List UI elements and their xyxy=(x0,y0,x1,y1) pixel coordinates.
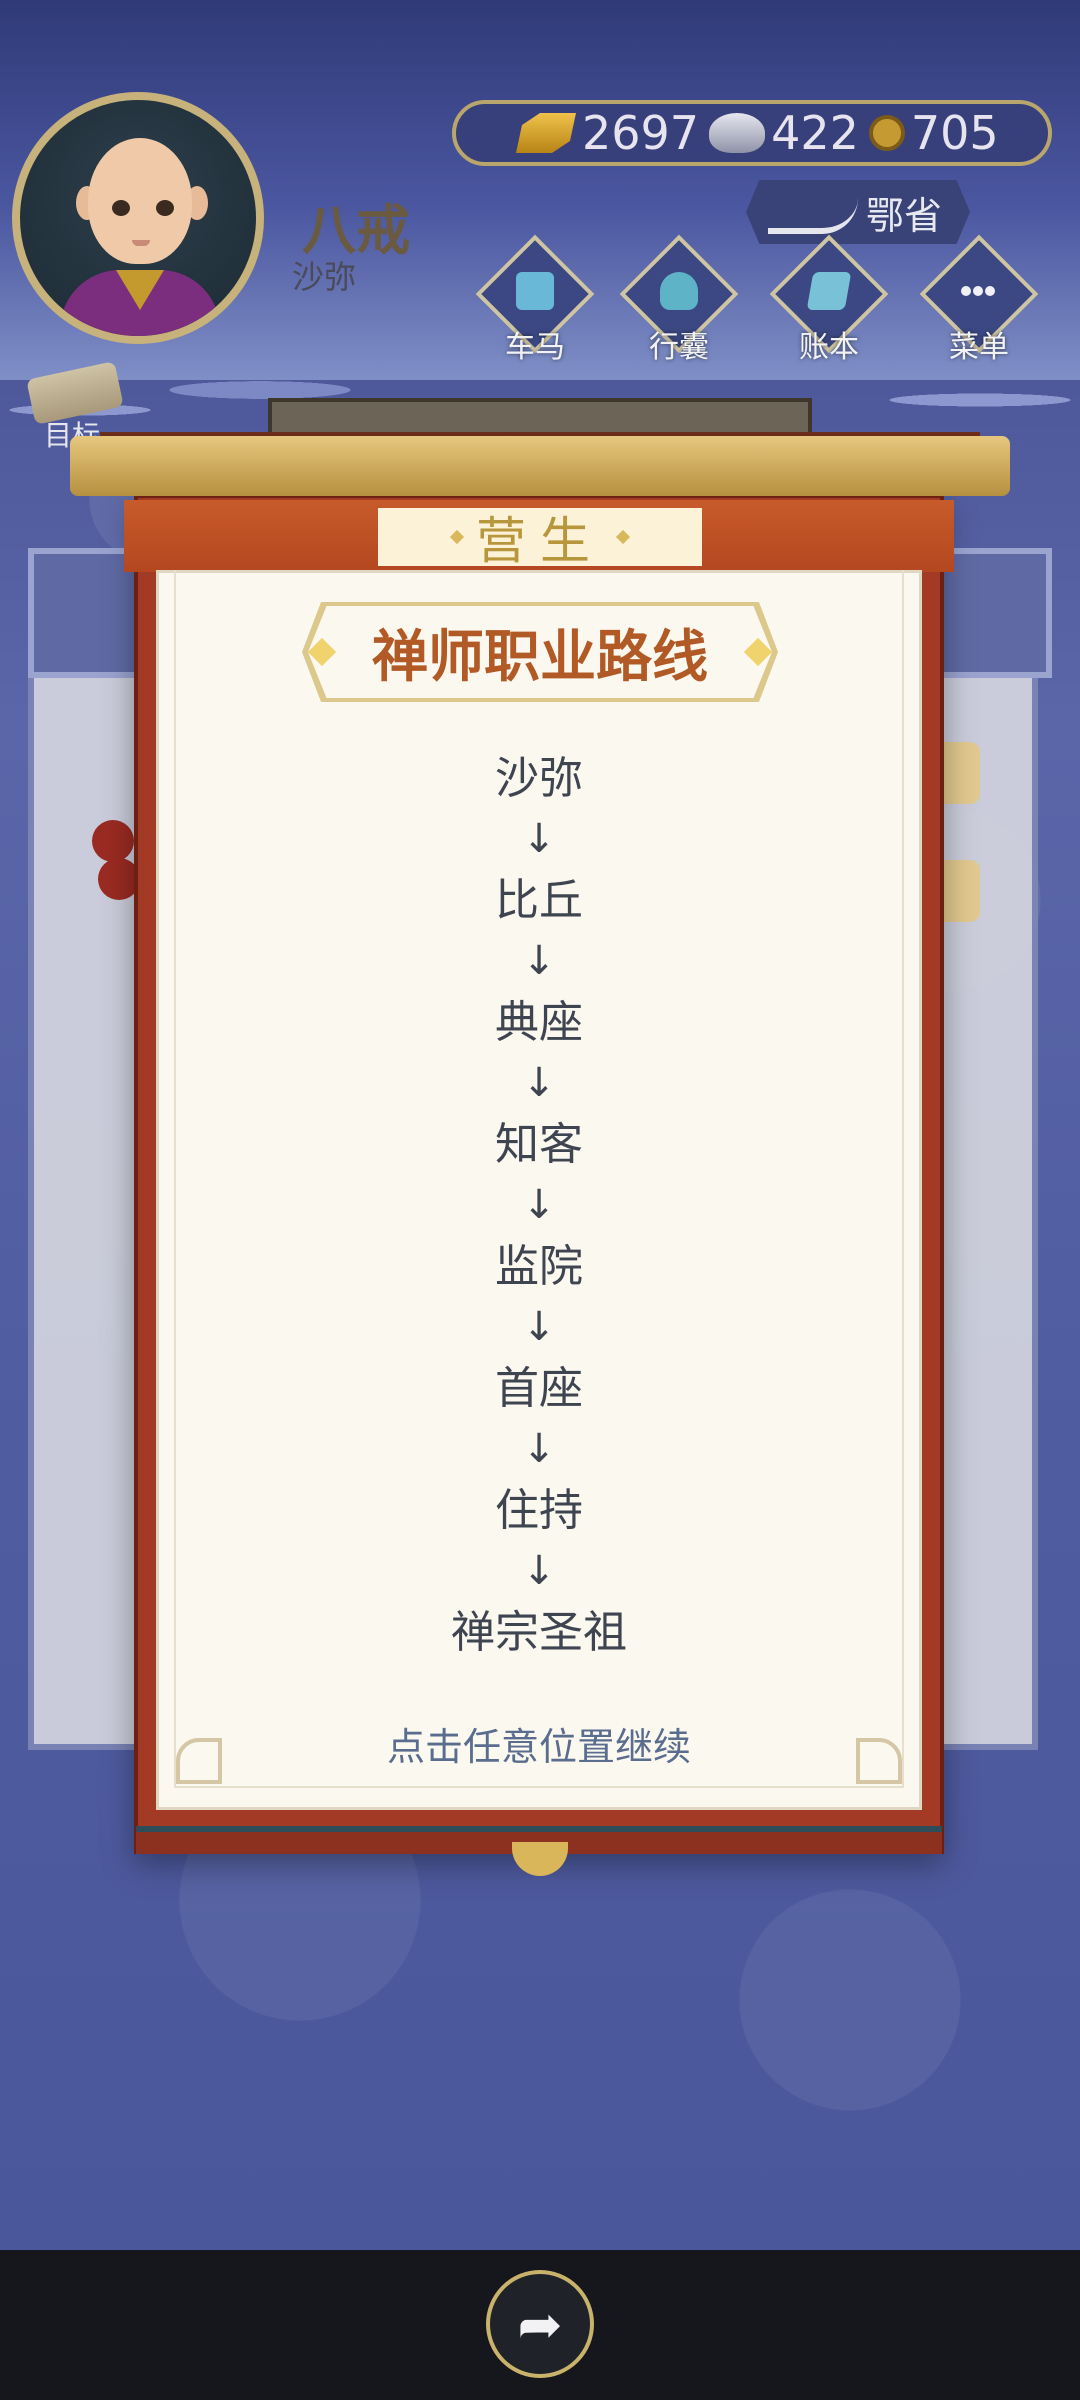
player-avatar[interactable] xyxy=(12,92,264,344)
modal-header: 营生 xyxy=(476,512,604,570)
down-arrow-icon: ↓ xyxy=(522,938,556,984)
diamond-ornament-icon xyxy=(615,529,631,545)
career-path-list: 沙弥 ↓ 比丘 ↓ 典座 ↓ 知客 ↓ 监院 ↓ 首座 ↓ 住持 ↓ 禅宗圣祖 xyxy=(156,748,922,1663)
modal-roof xyxy=(70,436,1010,496)
coin-amount: 705 xyxy=(910,106,999,160)
share-button[interactable]: ➦ xyxy=(486,2270,594,2378)
down-arrow-icon: ↓ xyxy=(522,816,556,862)
down-arrow-icon: ↓ xyxy=(522,1426,556,1472)
career-rank-item: 比丘 xyxy=(495,875,583,926)
region-label: 鄂省 xyxy=(865,193,942,238)
gold-ingot-icon xyxy=(516,113,576,153)
down-arrow-icon: ↓ xyxy=(522,1182,556,1228)
ledger-icon xyxy=(806,272,852,310)
nav-label: 菜单 xyxy=(949,330,1009,365)
nav-ledger-button[interactable]: 账本 xyxy=(769,234,889,365)
career-rank-item: 住持 xyxy=(495,1485,583,1536)
game-screen[interactable]: 八戒 沙弥 2697 422 705 鄂省 车马 行囊 账本 菜单 目标 营生 … xyxy=(0,0,1080,2400)
avatar-eye xyxy=(112,200,130,216)
avatar-eye xyxy=(156,200,174,216)
pipe-icon xyxy=(768,198,858,234)
career-rank-item: 首座 xyxy=(495,1363,583,1414)
silver-amount: 422 xyxy=(771,106,859,160)
corner-ornament-icon xyxy=(856,1738,902,1784)
career-rank-item: 监院 xyxy=(495,1241,583,1292)
menu-icon xyxy=(960,272,998,310)
nav-bag-button[interactable]: 行囊 xyxy=(619,234,739,365)
silver-ingot-icon xyxy=(709,113,766,153)
career-rank-item: 沙弥 xyxy=(495,753,583,804)
region-button[interactable]: 鄂省 xyxy=(746,180,970,244)
tap-to-continue-hint[interactable]: 点击任意位置继续 xyxy=(156,1716,922,1771)
nav-label: 账本 xyxy=(799,330,859,365)
nav-menu-button[interactable]: 菜单 xyxy=(919,234,1039,365)
diamond-ornament-icon xyxy=(449,529,465,545)
nav-carriage-button[interactable]: 车马 xyxy=(475,234,595,365)
nav-label: 行囊 xyxy=(649,330,709,365)
corner-ornament-icon xyxy=(176,1738,222,1784)
down-arrow-icon: ↓ xyxy=(522,1548,556,1594)
share-icon: ➦ xyxy=(517,2292,563,2356)
career-rank-item: 知客 xyxy=(495,1119,583,1170)
copper-coin-icon xyxy=(868,115,905,151)
career-rank-item: 禅宗圣祖 xyxy=(451,1607,627,1658)
gold-amount: 2697 xyxy=(582,106,700,160)
down-arrow-icon: ↓ xyxy=(522,1304,556,1350)
carriage-icon xyxy=(516,272,554,310)
nav-label: 车马 xyxy=(505,330,565,365)
down-arrow-icon: ↓ xyxy=(522,1060,556,1106)
modal-header-plate: 营生 xyxy=(378,508,702,570)
career-rank-item: 典座 xyxy=(495,997,583,1048)
resource-bar: 2697 422 705 xyxy=(452,100,1052,166)
career-route-title: 禅师职业路线 xyxy=(372,624,708,690)
player-rank: 沙弥 xyxy=(292,258,357,296)
bag-icon xyxy=(660,272,698,310)
